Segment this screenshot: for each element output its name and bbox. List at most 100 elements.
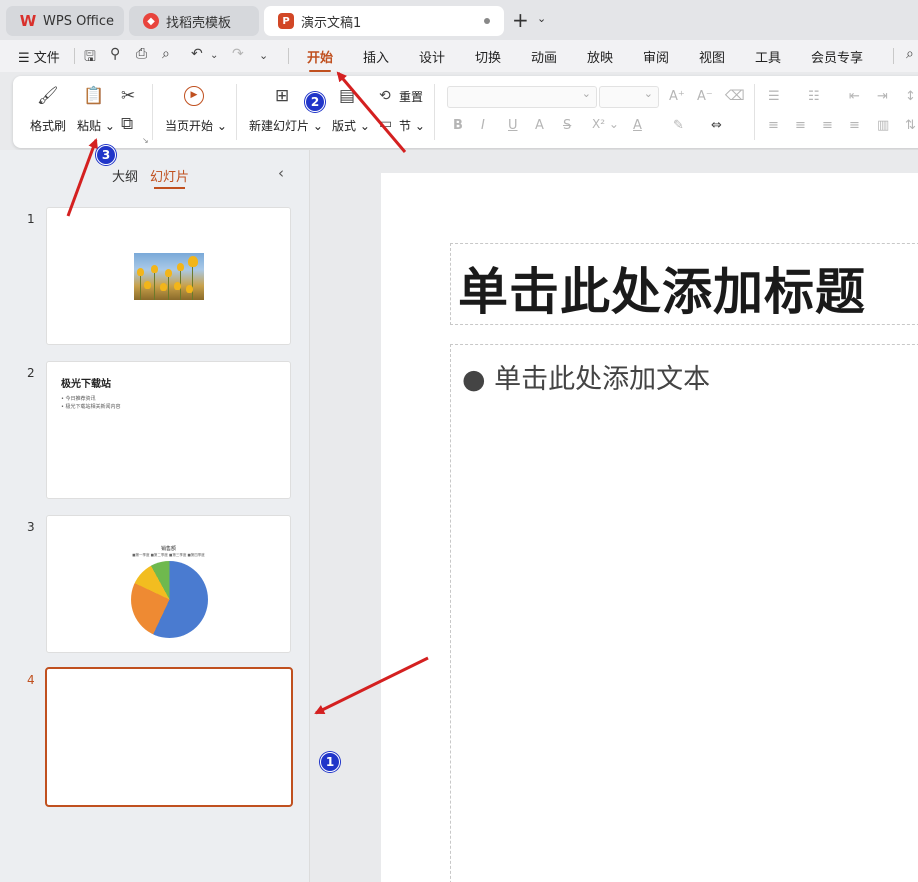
body-placeholder[interactable]: ● 单击此处添加文本 — [462, 357, 710, 396]
tab-design[interactable]: 设计 — [419, 47, 445, 66]
tab-presentation[interactable]: P 演示文稿1 — [264, 6, 504, 36]
section-icon[interactable]: ▭ — [379, 114, 392, 134]
tab-wps-office[interactable]: W WPS Office — [6, 6, 124, 36]
font-size-select[interactable] — [599, 86, 659, 108]
annotation-badge-2: 2 — [305, 92, 325, 112]
italic-icon: I — [481, 118, 485, 133]
play-from-current-button[interactable]: 当页开始 ⌄ — [165, 117, 227, 134]
tulip-shape — [186, 285, 193, 293]
search-icon[interactable]: ⌕ — [906, 46, 914, 62]
bullets-icon: ☰ — [768, 89, 780, 104]
annotation-badge-1: 1 — [320, 752, 340, 772]
tab-animations[interactable]: 动画 — [531, 47, 557, 66]
tab-review[interactable]: 审阅 — [643, 47, 669, 66]
format-painter-icon[interactable]: 🖌 — [37, 86, 59, 106]
tab-insert[interactable]: 插入 — [363, 47, 389, 66]
thumbnail-chart-title: 销售额 — [160, 546, 176, 552]
stem-shape — [192, 263, 193, 300]
layout-icon[interactable]: ▤ — [339, 86, 355, 106]
thumbnail-title: 极光下载站 — [61, 379, 111, 390]
copy-icon[interactable]: ⧉ — [121, 114, 133, 134]
file-menu[interactable]: ☰ 文件 — [18, 47, 60, 66]
undo-dropdown-icon[interactable]: ⌄ — [210, 50, 218, 61]
line-spacing-icon: ↕ — [905, 89, 916, 104]
decrease-font-icon: A⁻ — [697, 89, 713, 104]
collapse-panel-chevron-icon[interactable]: ‹ — [278, 164, 284, 182]
tab-docer-templates[interactable]: ◆ 找稻壳模板 — [129, 6, 259, 36]
new-slide-icon[interactable]: ⊞ — [275, 86, 289, 106]
superscript-icon: X² ⌄ — [592, 117, 619, 131]
section-button[interactable]: 节 ⌄ — [399, 117, 425, 134]
print-icon[interactable]: ⎙ — [136, 46, 147, 62]
highlight-icon: ✎ — [673, 118, 684, 133]
thumbnail-bullet-text: 极光下载站相关新闻内容 — [65, 404, 121, 410]
tulip-shape — [160, 283, 167, 291]
increase-font-icon: A⁺ — [669, 89, 685, 104]
title-placeholder[interactable]: 单击此处添加标题 — [458, 252, 866, 324]
tab-list-chevron-icon[interactable]: ⌄ — [537, 12, 546, 25]
new-tab-plus-icon[interactable]: + — [512, 8, 529, 32]
tab-home[interactable]: 开始 — [307, 47, 333, 72]
new-slide-button[interactable]: 新建幻灯片 ⌄ — [249, 117, 323, 134]
tab-view[interactable]: 视图 — [699, 47, 725, 66]
divider — [754, 84, 755, 140]
strikethrough-icon: S — [563, 118, 572, 133]
tulip-shape — [177, 263, 184, 271]
slide-thumbnail-1[interactable] — [46, 207, 291, 345]
reset-icon[interactable]: ⟲ — [379, 86, 391, 106]
divider — [74, 48, 75, 64]
slide-thumbnail-4[interactable] — [45, 667, 293, 807]
tulip-shape — [165, 269, 172, 277]
share-icon[interactable]: ⚲ — [110, 46, 120, 62]
tab-tools[interactable]: 工具 — [755, 47, 781, 66]
redo-icon: ↷ — [232, 46, 244, 62]
tab-bar: W WPS Office ◆ 找稻壳模板 P 演示文稿1 + ⌄ — [0, 0, 918, 40]
font-family-select[interactable] — [447, 86, 597, 108]
presentation-icon: P — [278, 13, 294, 29]
slide-number: 2 — [27, 366, 35, 380]
body-placeholder-box[interactable] — [450, 344, 918, 882]
wps-logo-icon: W — [19, 12, 37, 30]
tab-outline[interactable]: 大纲 — [112, 166, 138, 185]
shadow-icon: A — [535, 118, 544, 133]
tulip-shape — [144, 281, 151, 289]
play-from-current-label: 当页开始 — [165, 119, 214, 133]
tab-label: WPS Office — [43, 13, 115, 29]
more-chevron-icon[interactable]: ⌄ — [259, 49, 268, 62]
slide-number: 1 — [27, 212, 35, 226]
decrease-indent-icon: ⇤ — [849, 89, 860, 104]
paste-button[interactable]: 粘贴 ⌄ — [77, 117, 115, 134]
tab-transitions[interactable]: 切换 — [475, 47, 501, 66]
tab-member[interactable]: 会员专享 — [811, 47, 863, 66]
font-color-icon: A — [633, 118, 642, 133]
tab-label: 演示文稿1 — [301, 15, 362, 31]
layout-label: 版式 — [332, 119, 357, 133]
save-icon[interactable]: 🖫 — [84, 46, 96, 70]
slide-thumbnail-2[interactable]: 极光下载站 • 今日推荐资讯 • 极光下载站相关新闻内容 — [46, 361, 291, 499]
paste-icon[interactable]: 📋 — [83, 86, 104, 106]
format-painter-button[interactable]: 格式刷 — [30, 117, 66, 134]
tab-slides[interactable]: 幻灯片 — [150, 166, 189, 189]
character-spacing-icon[interactable]: ⇔ — [711, 116, 722, 136]
paste-label: 粘贴 — [77, 119, 102, 133]
divider — [434, 84, 435, 140]
play-icon[interactable]: ▶ — [184, 86, 204, 106]
annotation-badge-3: 3 — [96, 145, 116, 165]
tulip-shape — [137, 268, 144, 276]
stem-shape — [154, 271, 155, 300]
reset-button[interactable]: 重置 — [399, 88, 423, 105]
align-center-icon: ≡ — [795, 118, 806, 133]
layout-button[interactable]: 版式 ⌄ — [332, 117, 370, 134]
thumbnail-bullet: • 今日推荐资讯 — [61, 396, 96, 402]
text-direction-icon: ⇅ — [905, 118, 916, 133]
superscript-label: X² — [592, 117, 606, 131]
justify-icon: ≡ — [849, 118, 860, 133]
undo-icon[interactable]: ↶ — [191, 46, 203, 62]
print-preview-icon[interactable]: ⌕ — [162, 46, 170, 62]
clipboard-launcher-icon[interactable]: ↘ — [142, 136, 149, 145]
cut-icon[interactable]: ✂ — [121, 86, 135, 106]
slide-thumbnail-3[interactable]: 销售额 ■第一季度 ■第二季度 ■第三季度 ■第四季度 — [46, 515, 291, 653]
distribute-icon: ▥ — [877, 118, 890, 133]
stem-shape — [168, 275, 169, 300]
tab-slideshow[interactable]: 放映 — [587, 47, 613, 66]
